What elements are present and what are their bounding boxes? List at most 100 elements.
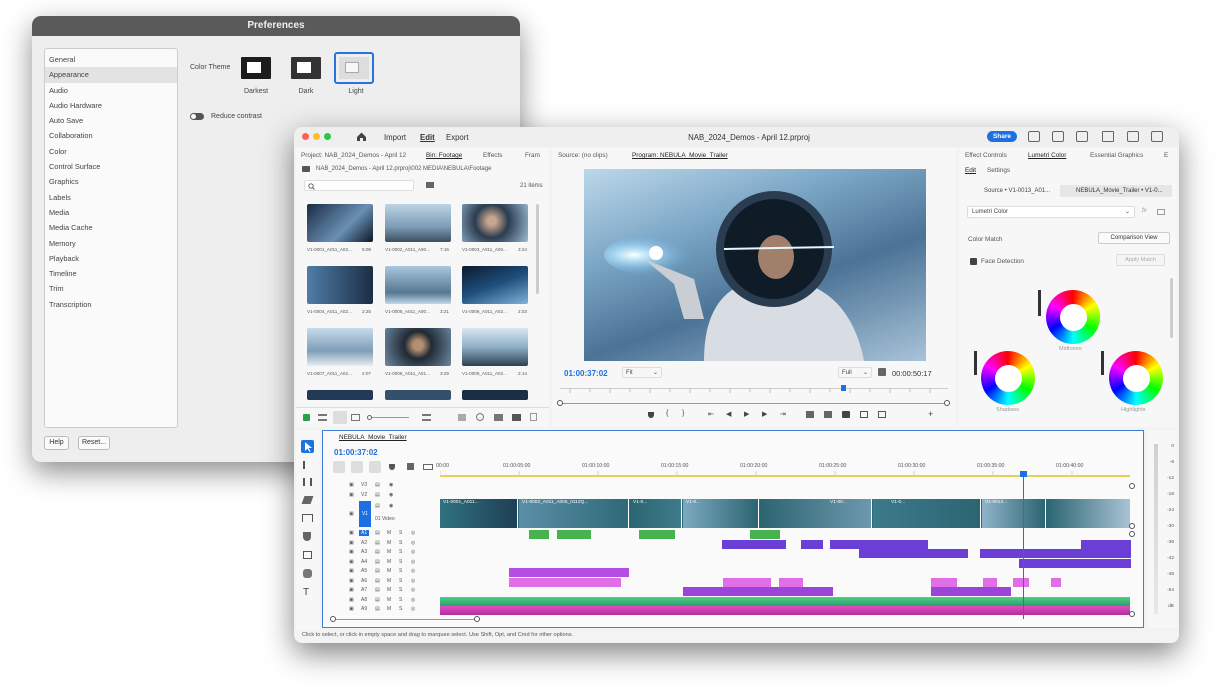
- category-graphics[interactable]: Graphics: [45, 174, 177, 189]
- mute-button[interactable]: M: [387, 578, 391, 584]
- scroll-handle-right[interactable]: [944, 400, 950, 406]
- apply-match-button[interactable]: Apply Match: [1116, 254, 1165, 266]
- home-icon[interactable]: [356, 131, 367, 142]
- microphone-icon[interactable]: ◎: [411, 597, 415, 603]
- timeline-scroll-handle-left[interactable]: [330, 616, 336, 622]
- microphone-icon[interactable]: ◎: [411, 578, 415, 584]
- target-sequence-selector[interactable]: NEBULA_Movie_Trailer • V1-0...: [1060, 185, 1172, 197]
- clip-thumbnail[interactable]: [462, 328, 528, 366]
- tab-lumetri-color[interactable]: Lumetri Color: [1028, 152, 1066, 159]
- track-height-handle[interactable]: [1129, 611, 1135, 617]
- clip-thumbnail[interactable]: [385, 328, 451, 366]
- share-button[interactable]: Share: [987, 131, 1017, 142]
- clip-thumbnail[interactable]: [385, 266, 451, 304]
- category-appearance[interactable]: Appearance: [45, 67, 177, 83]
- sync-lock-icon[interactable]: ▤: [375, 568, 380, 574]
- new-item-icon[interactable]: [512, 414, 521, 421]
- mute-button[interactable]: M: [387, 549, 391, 555]
- audio-clip[interactable]: [683, 587, 833, 596]
- extract-icon[interactable]: [824, 411, 832, 418]
- audio-clip[interactable]: [980, 549, 1131, 558]
- timeline-settings-icon[interactable]: [407, 463, 414, 470]
- rectangle-tool-icon[interactable]: [303, 551, 312, 559]
- face-detection-checkbox[interactable]: [970, 258, 977, 265]
- sync-lock-icon[interactable]: ▤: [375, 578, 380, 584]
- menu-edit[interactable]: Edit: [420, 133, 435, 142]
- video-clip[interactable]: V1-0002_A011_A005_0112Q...: [519, 499, 629, 528]
- audio-clip[interactable]: [830, 539, 928, 549]
- bin-search-input[interactable]: [304, 180, 414, 191]
- category-playback[interactable]: Playback: [45, 251, 177, 266]
- quality-dropdown[interactable]: Full ⌄: [838, 367, 872, 378]
- audio-clip[interactable]: [722, 539, 786, 549]
- solo-button[interactable]: S: [399, 568, 402, 574]
- microphone-icon[interactable]: ◎: [411, 559, 415, 565]
- mark-in-icon[interactable]: {: [666, 410, 668, 417]
- lock-icon[interactable]: ▣: [349, 540, 354, 546]
- go-to-in-icon[interactable]: ⇤: [708, 410, 714, 418]
- new-bin-bottom-icon[interactable]: [494, 414, 503, 421]
- timeline-marker-icon[interactable]: [389, 464, 395, 470]
- tab-project[interactable]: Project: NAB_2024_Demos - April 12: [301, 152, 406, 159]
- razor-tool-icon[interactable]: [301, 496, 314, 504]
- category-general[interactable]: General: [45, 52, 177, 67]
- comments-icon[interactable]: [1127, 131, 1139, 142]
- microphone-icon[interactable]: ◎: [411, 587, 415, 593]
- category-transcription[interactable]: Transcription: [45, 297, 177, 312]
- tab-more[interactable]: E: [1164, 152, 1168, 159]
- audio-clip[interactable]: [1081, 539, 1131, 549]
- audio-clip[interactable]: [557, 530, 591, 539]
- scroll-handle-left[interactable]: [557, 400, 563, 406]
- lock-icon[interactable]: ▣: [349, 482, 354, 488]
- effect-dropdown[interactable]: Lumetri Color ⌄: [967, 206, 1135, 218]
- audio-clip[interactable]: [1051, 577, 1061, 587]
- comparison-view-button[interactable]: Comparison View: [1098, 232, 1170, 244]
- pen-tool-icon[interactable]: [303, 532, 311, 541]
- video-clip[interactable]: V1-0001_A011...: [440, 499, 518, 528]
- video-clip[interactable]: V1-00...: [760, 499, 872, 528]
- tab-frame[interactable]: Fram: [525, 152, 540, 159]
- timeline-scroll-handle-right[interactable]: [474, 616, 480, 622]
- audio-clip[interactable]: [1013, 577, 1029, 587]
- audio-clip[interactable]: [723, 577, 771, 587]
- reset-button[interactable]: Reset...: [78, 436, 110, 450]
- timeline-zoom-scrollbar[interactable]: [332, 619, 476, 620]
- step-back-icon[interactable]: ◀: [726, 410, 731, 418]
- mute-button[interactable]: M: [387, 530, 391, 536]
- captions-icon[interactable]: [423, 464, 433, 470]
- zoom-slider[interactable]: [367, 415, 409, 420]
- linked-selection-icon[interactable]: [369, 461, 381, 473]
- program-timecode[interactable]: 01:00:37:02: [564, 369, 608, 378]
- close-window-button[interactable]: [302, 133, 309, 140]
- track-height-handle[interactable]: [1129, 531, 1135, 537]
- nest-toggle-icon[interactable]: [333, 461, 345, 473]
- audio-clip[interactable]: [1019, 558, 1131, 568]
- audio-clip[interactable]: [509, 568, 629, 577]
- subtab-edit[interactable]: Edit: [965, 167, 976, 174]
- hand-tool-icon[interactable]: [303, 569, 312, 578]
- theme-darkest-swatch[interactable]: [236, 52, 276, 84]
- tab-sequence[interactable]: NEBULA_Movie_Trailer: [339, 434, 407, 441]
- automate-sequence-icon[interactable]: [458, 414, 466, 421]
- mute-button[interactable]: M: [387, 540, 391, 546]
- trash-icon[interactable]: [530, 413, 537, 421]
- track-height-handle[interactable]: [1129, 523, 1135, 529]
- category-audio[interactable]: Audio: [45, 83, 177, 98]
- mute-button[interactable]: M: [387, 587, 391, 593]
- audio-clip[interactable]: [983, 577, 997, 587]
- freeform-view-icon[interactable]: [351, 414, 360, 421]
- snap-magnet-icon[interactable]: [351, 461, 363, 473]
- audio-clip[interactable]: [859, 549, 968, 558]
- solo-button[interactable]: S: [399, 559, 402, 565]
- lock-icon[interactable]: ▣: [349, 530, 354, 536]
- solo-button[interactable]: S: [399, 597, 402, 603]
- clip-thumbnail[interactable]: [307, 390, 373, 400]
- midtones-color-wheel[interactable]: [1046, 290, 1100, 344]
- source-clip-selector[interactable]: Source • V1-0013_A01...: [967, 185, 1055, 197]
- sync-lock-icon[interactable]: ▤: [375, 559, 380, 565]
- sync-lock-icon[interactable]: ▤: [375, 482, 380, 488]
- selection-tool-icon[interactable]: [301, 440, 314, 453]
- sync-lock-icon[interactable]: ▤: [375, 492, 380, 498]
- step-forward-icon[interactable]: ▶: [762, 410, 767, 418]
- type-tool-icon[interactable]: T: [303, 587, 309, 598]
